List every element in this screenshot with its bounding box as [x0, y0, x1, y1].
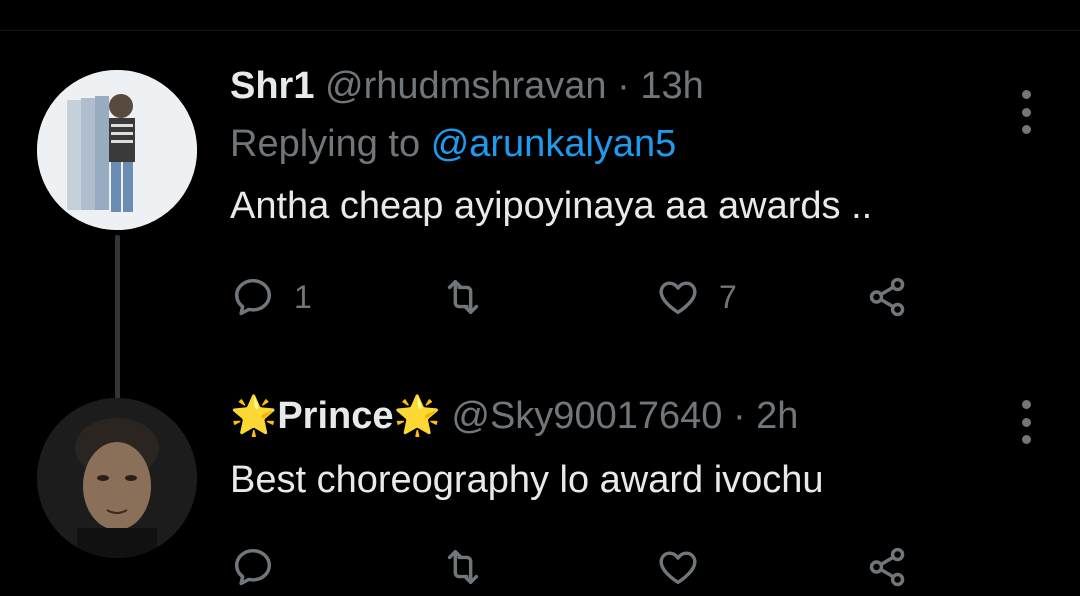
top-divider: [0, 0, 1080, 31]
tweet-text: Antha cheap ayipoyinaya aa awards ..: [230, 185, 873, 227]
separator-dot: ·: [732, 395, 746, 437]
tweet-actions: [230, 544, 930, 588]
separator-dot: ·: [617, 65, 630, 107]
replying-to-label: Replying to: [230, 123, 421, 165]
retweet-button[interactable]: [440, 274, 504, 320]
avatar-image: [37, 398, 197, 558]
like-button[interactable]: [655, 544, 719, 588]
thread-line: [115, 235, 120, 415]
replying-to-link[interactable]: @arunkalyan5: [431, 123, 677, 165]
tweet[interactable]: Shr1 @rhudmshravan · 13h Replying to @ar…: [0, 30, 1080, 415]
share-button[interactable]: [865, 544, 911, 588]
display-name[interactable]: Prince: [277, 395, 393, 437]
tweet-content: Shr1 @rhudmshravan · 13h Replying to @ar…: [230, 62, 1040, 230]
user-handle[interactable]: @Sky90017640: [451, 395, 722, 437]
tweet-content: 🌟Prince🌟 @Sky90017640 · 2h Best choreogr…: [230, 392, 1040, 504]
retweet-button[interactable]: [440, 544, 504, 588]
star-emoji: 🌟: [393, 395, 441, 437]
heart-icon: [659, 551, 697, 585]
tweet-text: Best choreography lo award ivochu: [230, 459, 824, 501]
heart-icon: [659, 281, 697, 315]
more-options-icon[interactable]: [1020, 90, 1032, 134]
share-icon: [869, 277, 905, 317]
tweet-header: Shr1 @rhudmshravan · 13h: [230, 62, 1040, 110]
share-button[interactable]: [865, 274, 911, 320]
share-icon: [869, 547, 905, 587]
reply-button[interactable]: [230, 544, 294, 588]
tweet[interactable]: 🌟Prince🌟 @Sky90017640 · 2h Best choreogr…: [0, 392, 1080, 596]
tweet-header: 🌟Prince🌟 @Sky90017640 · 2h: [230, 392, 1040, 440]
reply-icon: [234, 548, 272, 586]
retweet-icon: [447, 279, 479, 315]
like-button[interactable]: 7: [655, 274, 737, 320]
tweet-actions: 1 7: [230, 274, 930, 324]
avatar[interactable]: [37, 70, 197, 230]
avatar-image: [37, 70, 197, 230]
timestamp[interactable]: 13h: [640, 65, 703, 107]
display-name[interactable]: Shr1: [230, 65, 314, 107]
replying-to-line: Replying to @arunkalyan5: [230, 120, 1040, 168]
more-options-icon[interactable]: [1020, 400, 1032, 444]
timestamp[interactable]: 2h: [756, 395, 798, 437]
user-handle[interactable]: @rhudmshravan: [325, 65, 606, 107]
like-count: 7: [719, 278, 737, 315]
avatar[interactable]: [37, 398, 197, 558]
reply-count: 1: [294, 278, 312, 315]
retweet-icon: [447, 549, 479, 585]
star-emoji: 🌟: [230, 395, 278, 437]
reply-icon: [234, 278, 272, 316]
reply-button[interactable]: 1: [230, 274, 312, 320]
